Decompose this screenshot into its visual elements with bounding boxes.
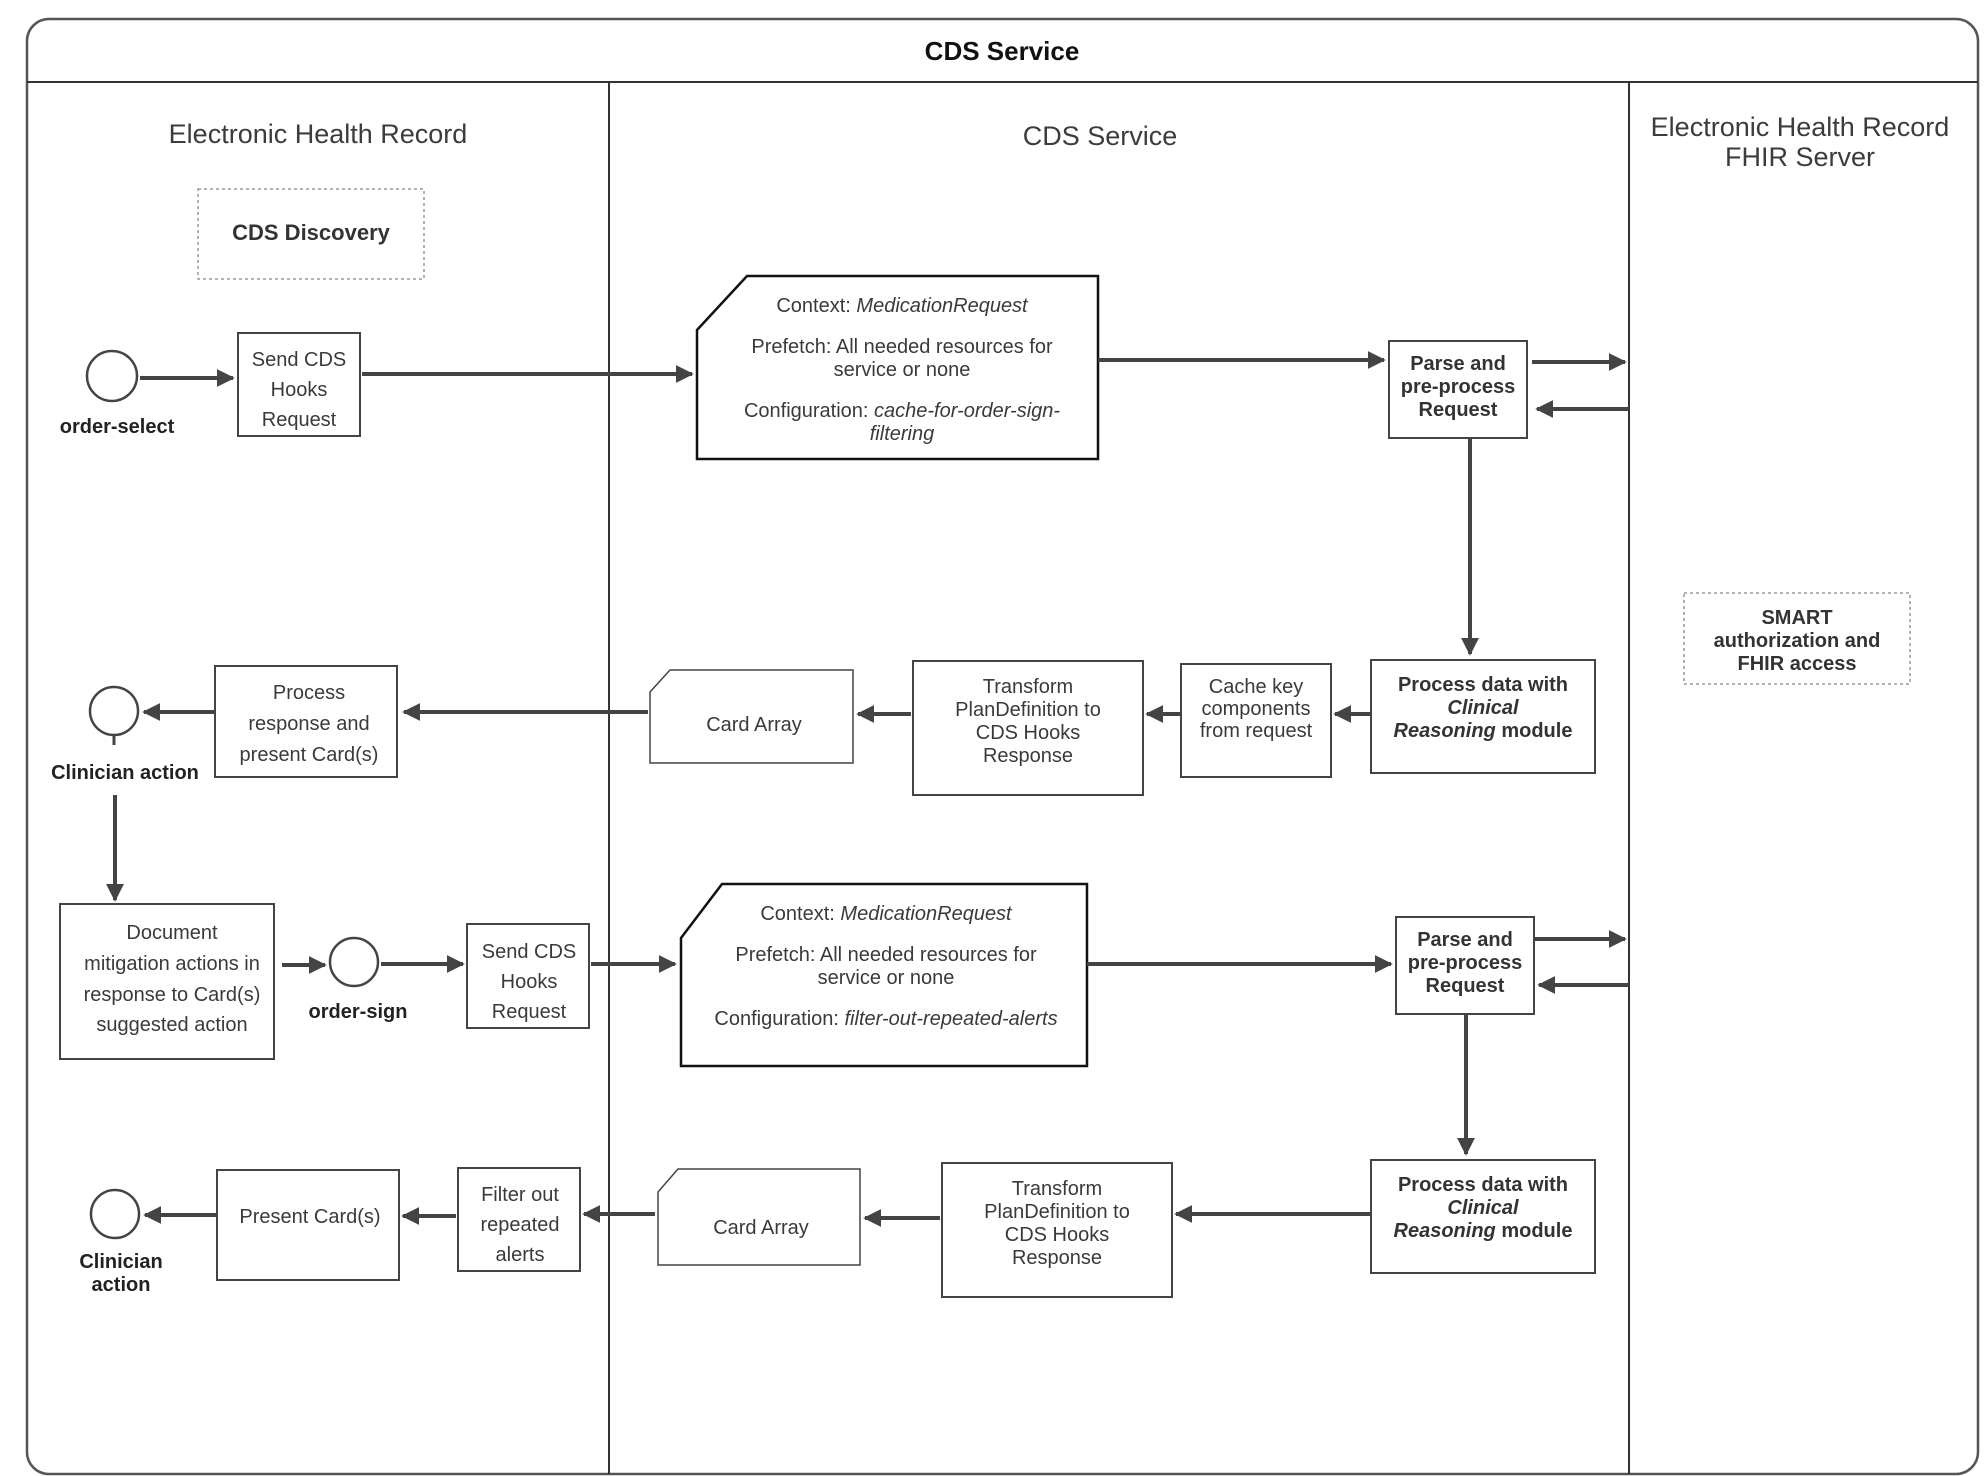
clinician-action-event-1[interactable] bbox=[88, 685, 140, 737]
request-doc-2-prefetch-line2: service or none bbox=[818, 967, 955, 989]
present-cards-label: Present Card(s) bbox=[239, 1206, 380, 1228]
cache-key-task[interactable]: Cache key components from request bbox=[1180, 663, 1332, 778]
card-array-1[interactable]: Card Array bbox=[649, 669, 854, 764]
send-request-2-line3: Request bbox=[492, 1001, 567, 1023]
smart-access-annotation[interactable]: SMART authorization and FHIR access bbox=[1683, 592, 1911, 685]
send-request-2-line1: Send CDS bbox=[482, 941, 577, 963]
send-request-1-line3: Request bbox=[262, 409, 337, 431]
document-mitigation-task[interactable]: Document mitigation actions in response … bbox=[59, 903, 275, 1060]
parse-request-task-1[interactable]: Parse and pre-process Request bbox=[1388, 340, 1528, 439]
request-doc-1-prefetch-line1: Prefetch: All needed resources for bbox=[751, 336, 1053, 358]
process-response-line3: present Card(s) bbox=[240, 744, 379, 766]
transform-1-line4: Response bbox=[983, 745, 1073, 767]
parse-2-line3: Request bbox=[1426, 975, 1505, 997]
lane-title-fhir-line2: FHIR Server bbox=[1725, 142, 1875, 172]
send-request-task-2[interactable]: Send CDS Hooks Request bbox=[466, 923, 590, 1029]
transform-2-line1: Transform bbox=[1012, 1178, 1102, 1200]
lane-title-cds-service: CDS Service bbox=[1023, 121, 1178, 151]
cache-line2: components bbox=[1202, 698, 1311, 720]
parse-1-line3: Request bbox=[1419, 399, 1498, 421]
smart-access-line1: SMART bbox=[1761, 607, 1832, 629]
order-sign-event[interactable] bbox=[328, 936, 380, 988]
process-response-line1: Process bbox=[273, 682, 345, 704]
request-doc-2-context: Context: MedicationRequest bbox=[760, 903, 1013, 925]
lane-title-ehr: Electronic Health Record bbox=[169, 119, 468, 149]
transform-1-line1: Transform bbox=[983, 676, 1073, 698]
process-2-line3: Reasoning module bbox=[1394, 1220, 1573, 1242]
smart-access-line2: authorization and bbox=[1714, 630, 1881, 652]
pool-title: CDS Service bbox=[925, 36, 1080, 66]
present-cards-task[interactable]: Present Card(s) bbox=[216, 1169, 400, 1281]
order-sign-label: order-sign bbox=[309, 1001, 408, 1023]
transform-1-line2: PlanDefinition to bbox=[955, 699, 1101, 721]
cds-discovery-annotation[interactable]: CDS Discovery bbox=[197, 188, 425, 280]
request-doc-1-config: Configuration: cache-for-order-sign- bbox=[744, 400, 1060, 422]
order-select-label: order-select bbox=[60, 416, 175, 438]
transform-2-line4: Response bbox=[1012, 1247, 1102, 1269]
clinician-action-1-label: Clinician action bbox=[51, 762, 199, 784]
request-doc-1-context: Context: MedicationRequest bbox=[776, 295, 1029, 317]
clinician-action-event-2[interactable] bbox=[89, 1188, 141, 1240]
process-1-line3: Reasoning module bbox=[1394, 720, 1573, 742]
document-mitigation-line4: suggested action bbox=[96, 1014, 247, 1036]
request-document-1[interactable]: Context: MedicationRequest Prefetch: All… bbox=[695, 274, 1100, 461]
transform-2-line3: CDS Hooks bbox=[1005, 1224, 1109, 1246]
process-1-line2: Clinical bbox=[1447, 697, 1519, 719]
process-data-task-1[interactable]: Process data with Clinical Reasoning mod… bbox=[1370, 659, 1596, 774]
order-select-event[interactable] bbox=[85, 349, 139, 403]
process-response-line2: response and bbox=[248, 713, 369, 735]
transform-1-line3: CDS Hooks bbox=[976, 722, 1080, 744]
filter-alerts-task[interactable]: Filter out repeated alerts bbox=[457, 1167, 581, 1272]
clinician-action-2-line2: action bbox=[92, 1274, 151, 1296]
cds-service-diagram: CDS Service Electronic Health Record CDS… bbox=[25, 17, 1980, 1476]
request-doc-2-prefetch-line1: Prefetch: All needed resources for bbox=[735, 944, 1037, 966]
smart-access-line3: FHIR access bbox=[1738, 653, 1857, 675]
cache-line3: from request bbox=[1200, 720, 1313, 742]
filter-line1: Filter out bbox=[481, 1184, 559, 1206]
document-mitigation-line3: response to Card(s) bbox=[84, 984, 261, 1006]
request-document-2[interactable]: Context: MedicationRequest Prefetch: All… bbox=[679, 882, 1089, 1068]
parse-request-task-2[interactable]: Parse and pre-process Request bbox=[1395, 916, 1535, 1015]
clinician-action-2-line1: Clinician bbox=[79, 1251, 162, 1273]
filter-line2: repeated bbox=[481, 1214, 560, 1236]
document-mitigation-line1: Document bbox=[126, 922, 218, 944]
parse-2-line1: Parse and bbox=[1417, 929, 1513, 951]
cache-line1: Cache key bbox=[1209, 676, 1304, 698]
process-1-line1: Process data with bbox=[1398, 674, 1568, 696]
card-array-2[interactable]: Card Array bbox=[657, 1168, 861, 1266]
send-request-task-1[interactable]: Send CDS Hooks Request bbox=[237, 332, 361, 437]
send-request-1-line1: Send CDS bbox=[252, 349, 347, 371]
card-array-1-label: Card Array bbox=[706, 714, 802, 736]
cds-discovery-label: CDS Discovery bbox=[232, 220, 391, 245]
parse-2-line2: pre-process bbox=[1408, 952, 1523, 974]
transform-task-2[interactable]: Transform PlanDefinition to CDS Hooks Re… bbox=[941, 1162, 1173, 1298]
parse-1-line2: pre-process bbox=[1401, 376, 1516, 398]
parse-1-line1: Parse and bbox=[1410, 353, 1506, 375]
process-data-task-2[interactable]: Process data with Clinical Reasoning mod… bbox=[1370, 1159, 1596, 1274]
request-doc-1-config-line2: filtering bbox=[870, 423, 934, 445]
process-2-line1: Process data with bbox=[1398, 1174, 1568, 1196]
transform-2-line2: PlanDefinition to bbox=[984, 1201, 1130, 1223]
document-mitigation-line2: mitigation actions in bbox=[84, 953, 260, 975]
send-request-1-line2: Hooks bbox=[271, 379, 328, 401]
filter-line3: alerts bbox=[496, 1244, 545, 1266]
card-array-2-label: Card Array bbox=[713, 1217, 809, 1239]
request-doc-1-prefetch-line2: service or none bbox=[834, 359, 971, 381]
request-doc-2-config: Configuration: filter-out-repeated-alert… bbox=[714, 1008, 1057, 1030]
send-request-2-line2: Hooks bbox=[501, 971, 558, 993]
process-2-line2: Clinical bbox=[1447, 1197, 1519, 1219]
process-response-task[interactable]: Process response and present Card(s) bbox=[214, 665, 398, 778]
transform-task-1[interactable]: Transform PlanDefinition to CDS Hooks Re… bbox=[912, 660, 1144, 796]
lane-title-fhir-line1: Electronic Health Record bbox=[1651, 112, 1950, 142]
